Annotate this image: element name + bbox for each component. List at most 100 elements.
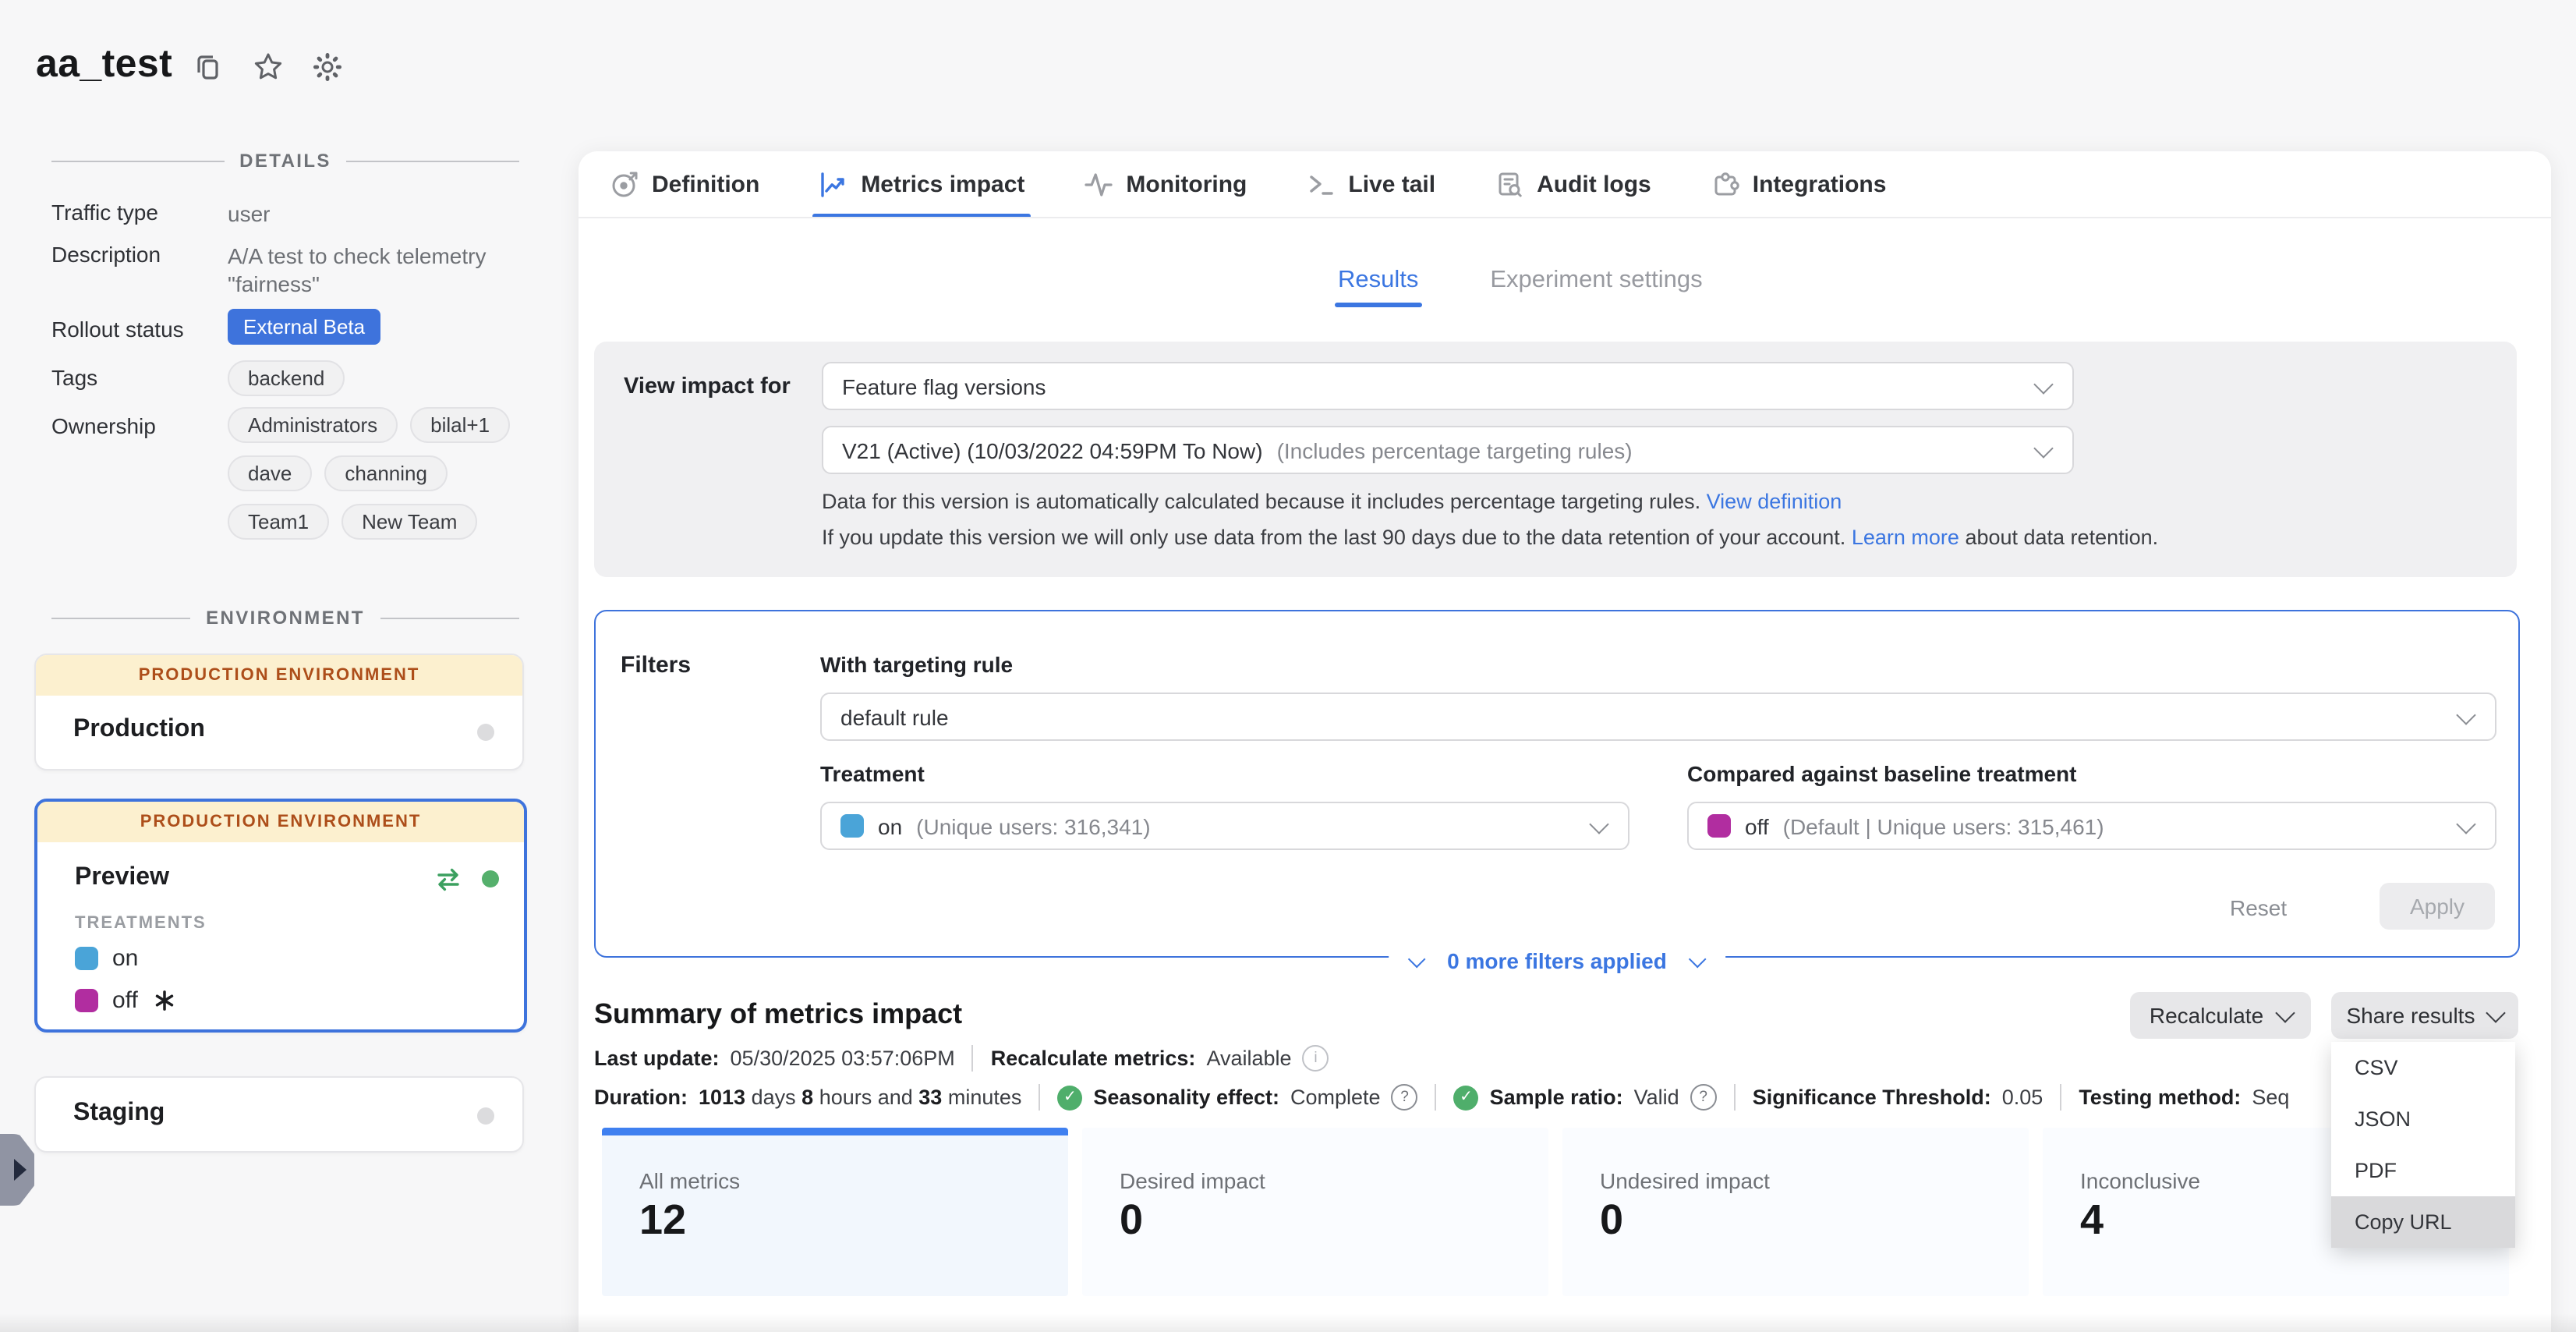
recalculate-button[interactable]: Recalculate bbox=[2130, 992, 2311, 1039]
targeting-rule-dropdown[interactable]: default rule bbox=[820, 693, 2496, 741]
question-icon[interactable]: ? bbox=[1392, 1084, 1418, 1111]
seasonality-value: Complete bbox=[1290, 1086, 1381, 1109]
star-favorite-icon[interactable] bbox=[253, 51, 284, 83]
tag-pill[interactable]: backend bbox=[228, 360, 345, 396]
owner-pill[interactable]: Administrators bbox=[228, 407, 398, 443]
treatment-off-label: off bbox=[112, 987, 138, 1014]
sample-ratio-label: Sample ratio: bbox=[1490, 1086, 1623, 1109]
metric-card-value: 4 bbox=[2080, 1196, 2104, 1245]
share-results-button[interactable]: Share results bbox=[2331, 992, 2518, 1039]
environment-title: ENVIRONMENT bbox=[206, 607, 365, 629]
version-auto-note: Data for this version is automatically c… bbox=[822, 490, 1842, 513]
tab-label: Live tail bbox=[1348, 172, 1435, 198]
status-dot-active bbox=[482, 870, 499, 887]
tab-integrations[interactable]: Integrations bbox=[1711, 151, 1887, 218]
view-definition-link[interactable]: View definition bbox=[1707, 490, 1842, 513]
treatment-dropdown[interactable]: on (Unique users: 316,341) bbox=[820, 802, 1629, 850]
baseline-label: Compared against baseline treatment bbox=[1687, 761, 2077, 786]
main-panel: Definition Metrics impact Monitoring bbox=[579, 151, 2551, 1332]
metric-card-all-metrics[interactable]: All metrics 12 bbox=[602, 1128, 1068, 1296]
version-note: (Includes percentage targeting rules) bbox=[1277, 438, 1633, 462]
ownership-label: Ownership bbox=[51, 413, 156, 438]
treatment-value: on bbox=[878, 813, 902, 838]
menu-item-json[interactable]: JSON bbox=[2331, 1093, 2515, 1145]
tab-bar: Definition Metrics impact Monitoring bbox=[610, 151, 1886, 218]
menu-item-copy-url[interactable]: Copy URL bbox=[2331, 1196, 2515, 1248]
version-dropdown[interactable]: V21 (Active) (10/03/2022 04:59PM To Now)… bbox=[822, 426, 2074, 474]
last-update-value: 05/30/2025 03:57:06PM bbox=[731, 1047, 955, 1070]
target-icon bbox=[610, 170, 639, 200]
metric-card-desired-impact[interactable]: Desired impact 0 bbox=[1082, 1128, 1548, 1296]
testing-method-label: Testing method: bbox=[2079, 1086, 2241, 1109]
baseline-detail: (Default | Unique users: 315,461) bbox=[1783, 813, 2104, 838]
tab-metrics-impact[interactable]: Metrics impact bbox=[819, 151, 1024, 218]
bottom-shadow bbox=[0, 1313, 2576, 1332]
treatment-on-label: on bbox=[112, 945, 138, 972]
owner-pill[interactable]: New Team bbox=[341, 504, 477, 540]
apply-button[interactable]: Apply bbox=[2380, 883, 2495, 930]
divider bbox=[2060, 1084, 2061, 1111]
chevron-down-icon bbox=[2274, 1002, 2294, 1022]
share-results-menu: CSV JSON PDF Copy URL bbox=[2331, 1042, 2515, 1248]
divider bbox=[1734, 1084, 1736, 1111]
tags-label: Tags bbox=[51, 365, 97, 390]
learn-more-link[interactable]: Learn more bbox=[1852, 526, 1959, 549]
rollout-status-badge[interactable]: External Beta bbox=[228, 309, 380, 345]
treatments-label: TREATMENTS bbox=[75, 914, 207, 933]
details-section-header: DETAILS bbox=[51, 150, 519, 172]
recalculate-label: Recalculate bbox=[2150, 1003, 2263, 1028]
owner-pill[interactable]: Team1 bbox=[228, 504, 329, 540]
audit-log-icon bbox=[1495, 170, 1524, 200]
baseline-value: off bbox=[1745, 813, 1769, 838]
subtab-results[interactable]: Results bbox=[1338, 267, 1418, 307]
question-icon[interactable]: ? bbox=[1690, 1084, 1717, 1111]
environment-card-production[interactable]: PRODUCTION ENVIRONMENT Production bbox=[34, 654, 524, 771]
treatment-off-color-swatch bbox=[1707, 814, 1731, 838]
tab-label: Integrations bbox=[1753, 172, 1887, 198]
tab-monitoring[interactable]: Monitoring bbox=[1084, 151, 1247, 218]
tab-audit-logs[interactable]: Audit logs bbox=[1495, 151, 1651, 218]
version-type-dropdown[interactable]: Feature flag versions bbox=[822, 362, 2074, 410]
filters-title: Filters bbox=[621, 652, 691, 678]
recalculate-metrics-value: Available bbox=[1206, 1047, 1291, 1070]
rollout-status-label: Rollout status bbox=[51, 317, 184, 342]
treatment-detail: (Unique users: 316,341) bbox=[916, 813, 1150, 838]
metric-card-undesired-impact[interactable]: Undesired impact 0 bbox=[1562, 1128, 2029, 1296]
info-icon[interactable]: i bbox=[1303, 1045, 1329, 1072]
production-environment-banner: PRODUCTION ENVIRONMENT bbox=[36, 655, 522, 696]
owner-pill[interactable]: dave bbox=[228, 455, 312, 491]
swap-arrows-icon bbox=[435, 867, 462, 892]
significance-label: Significance Threshold: bbox=[1753, 1086, 1991, 1109]
seasonality-label: Seasonality effect: bbox=[1093, 1086, 1279, 1109]
owner-pill[interactable]: channing bbox=[324, 455, 448, 491]
subtab-experiment-settings[interactable]: Experiment settings bbox=[1490, 267, 1702, 307]
metric-card-label: Desired impact bbox=[1120, 1168, 1265, 1193]
chevron-down-icon bbox=[2033, 438, 2053, 457]
divider bbox=[1039, 1084, 1040, 1111]
tab-live-tail[interactable]: Live tail bbox=[1306, 151, 1435, 218]
environment-card-staging[interactable]: Staging bbox=[34, 1076, 524, 1153]
environment-card-preview[interactable]: PRODUCTION ENVIRONMENT Preview TREATMENT… bbox=[34, 799, 527, 1033]
environment-section-header: ENVIRONMENT bbox=[51, 607, 519, 629]
tab-definition[interactable]: Definition bbox=[610, 151, 759, 218]
more-filters-label: 0 more filters applied bbox=[1447, 948, 1667, 973]
environment-name: Preview bbox=[75, 864, 169, 892]
reset-button[interactable]: Reset bbox=[2230, 895, 2287, 920]
filters-panel: Filters With targeting rule default rule… bbox=[594, 610, 2520, 958]
owner-pill[interactable]: bilal+1 bbox=[410, 407, 510, 443]
production-environment-banner: PRODUCTION ENVIRONMENT bbox=[37, 802, 524, 842]
baseline-dropdown[interactable]: off (Default | Unique users: 315,461) bbox=[1687, 802, 2496, 850]
chevron-down-icon bbox=[2486, 1002, 2506, 1022]
default-treatment-asterisk-icon bbox=[155, 990, 175, 1011]
menu-item-csv[interactable]: CSV bbox=[2331, 1042, 2515, 1093]
menu-item-pdf[interactable]: PDF bbox=[2331, 1145, 2515, 1196]
copy-name-icon[interactable] bbox=[193, 51, 225, 83]
more-filters-toggle[interactable]: 0 more filters applied bbox=[1388, 948, 1726, 973]
status-dot-inactive bbox=[477, 1107, 494, 1125]
duration-value: 1013 days 8 hours and 33 minutes bbox=[699, 1086, 1021, 1109]
settings-gear-icon[interactable] bbox=[312, 51, 343, 83]
tab-divider bbox=[579, 217, 2551, 218]
sidebar-expand-handle[interactable] bbox=[0, 1134, 34, 1206]
treatment-label: Treatment bbox=[820, 761, 925, 786]
significance-value: 0.05 bbox=[2002, 1086, 2043, 1109]
